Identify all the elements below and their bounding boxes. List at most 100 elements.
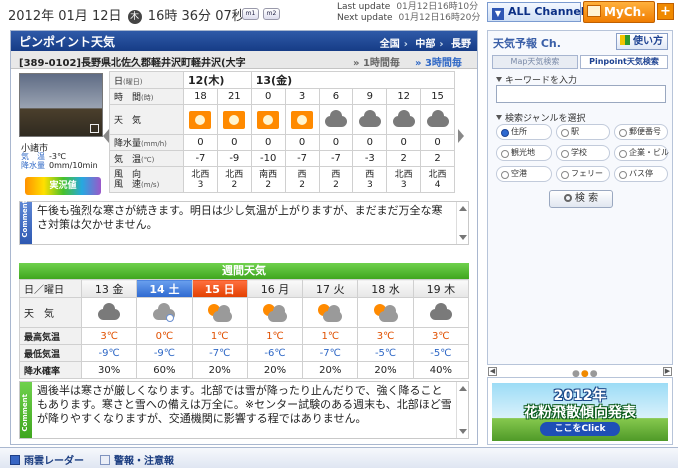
precip-prob-cell: 60% — [136, 361, 193, 379]
date-cell: 18 水 — [357, 279, 414, 298]
comment-scrollbar[interactable] — [456, 202, 468, 244]
breadcrumb-separator: › — [403, 39, 408, 50]
clock-minute: 36 — [181, 9, 199, 24]
pollen-banner[interactable]: 2012年 花粉飛散傾向発表 ここをClick — [487, 377, 673, 445]
interval-3h-label: 3時間毎 — [424, 58, 462, 69]
camera-photo[interactable] — [19, 73, 103, 137]
howto-button[interactable]: 使い方 — [616, 33, 668, 50]
weekly-weather-cell — [412, 297, 470, 328]
date-cell-sunday: 15 日 — [191, 279, 248, 298]
interval-3h-button[interactable]: » 3時間毎 — [415, 54, 462, 69]
scroll-down-icon[interactable] — [459, 235, 467, 240]
genre-radio-school[interactable]: 学校 — [556, 145, 610, 161]
mini-button-1[interactable]: m1 — [242, 8, 259, 20]
location-title: [389-0102]長野県北佐久郡軽井沢町軽井沢(大字 — [19, 58, 246, 69]
genre-radio-postal[interactable]: 郵便番号 — [614, 124, 668, 140]
tab-pinpoint-search[interactable]: Pinpoint天気検索 — [580, 55, 668, 69]
date-cell: 19 木 — [412, 279, 470, 298]
genre-radio-busstop[interactable]: バス停 — [614, 166, 668, 182]
side-title: 天気予報 Ch. — [493, 37, 561, 50]
comment-scrollbar[interactable] — [456, 382, 468, 438]
sunny-icon — [223, 110, 246, 129]
search-tabs: Map天気検索 Pinpoint天気検索 — [492, 55, 668, 69]
cloudy-icon — [324, 109, 347, 127]
weekly-weather-row: 天 気 — [19, 297, 470, 328]
daily-comment-box: Comment 午後も強烈な寒さが続きます。明日は少し気温が上がりますが、まだま… — [19, 200, 469, 245]
date-cell: 16 月 — [246, 279, 304, 298]
date-cell: 13 金 — [80, 279, 138, 298]
warnings-link[interactable]: 警報・注意報 — [100, 452, 174, 467]
camera-precip-value: 0mm/10min — [49, 161, 98, 170]
weekly-high-row: 最高気温 3℃ 0℃ 1℃ 1℃ 1℃ 3℃ 3℃ — [19, 327, 470, 345]
keyword-input[interactable] — [496, 85, 666, 103]
scroll-down-icon[interactable] — [459, 429, 467, 434]
search-button-label: 検 索 — [574, 193, 599, 204]
mini-button-2[interactable]: m2 — [263, 8, 280, 20]
pinpoint-weather-panel: ピンポイント天気 全国 › 中部 › 長野 [389-0102]長野県北佐久郡軽井沢… — [10, 30, 478, 445]
all-channel-button[interactable]: ▼ ALL Channel — [487, 2, 585, 22]
weekly-forecast-table: 日／曜日 13 金 14 土 15 日 16 月 17 火 18 水 19 木 … — [19, 279, 470, 379]
weekly-weather-cell — [246, 297, 304, 328]
clock-year: 2012 — [8, 9, 42, 24]
breadcrumb-chubu[interactable]: 中部 — [415, 39, 435, 50]
day-cell-today: 12(木) — [183, 71, 252, 89]
search-button[interactable]: 検 索 — [549, 190, 613, 208]
temp-cell: -7 — [183, 150, 218, 167]
genre-radio-station[interactable]: 駅 — [556, 124, 610, 140]
hourly-day-row: 日(曜日) 12(木) 13(金) — [109, 71, 456, 89]
genre-radio-ferry[interactable]: フェリー — [556, 166, 610, 182]
precip-cell: 0 — [420, 134, 455, 151]
breadcrumb-national[interactable]: 全国 — [380, 39, 400, 50]
clock-month-unit: 月 — [74, 9, 88, 24]
live-camera-box: 小諸市 気 温 -3℃ 降水量 0mm/10min 実況値 — [19, 73, 105, 195]
time-cell: 15 — [420, 88, 455, 105]
weather-cell — [386, 104, 422, 135]
banner-cta-button[interactable]: ここをClick — [540, 422, 620, 436]
date-cell: 17 火 — [302, 279, 359, 298]
hourly-temp-row: 気 温(℃) -7 -9 -10 -7 -7 -3 2 2 — [109, 150, 455, 167]
live-data-button[interactable]: 実況値 — [25, 177, 101, 195]
genre-heading: 検索ジャンルを選択 — [496, 111, 586, 124]
tab-map-search[interactable]: Map天気検索 — [492, 55, 578, 69]
weekly-comment-box: Comment 週後半は寒さが厳しくなります。北部では雪が降ったり止んだりで、強… — [19, 381, 469, 439]
high-temp-cell: 1℃ — [191, 327, 248, 345]
zoom-icon[interactable] — [90, 124, 99, 133]
cloudy-icon — [98, 302, 121, 320]
genre-radio-company[interactable]: 企業・ビル — [614, 145, 669, 161]
weather-cell — [318, 104, 354, 135]
rain-radar-label: 雨雲レーダー — [24, 456, 84, 467]
high-temp-cell: 0℃ — [136, 327, 193, 345]
weather-cell — [284, 104, 320, 135]
weather-cell — [420, 104, 455, 135]
next-arrow-icon[interactable] — [458, 129, 464, 143]
hourly-forecast-table: 日(曜日) 12(木) 13(金) 時 間(時) 18 21 0 3 6 9 1… — [109, 71, 456, 193]
snow-icon — [166, 313, 175, 322]
banner-next-icon[interactable]: ▶ — [663, 367, 672, 376]
interval-1h-button[interactable]: » 1時間毎 — [353, 54, 400, 69]
scroll-up-icon[interactable] — [459, 206, 467, 211]
precip-cell: 0 — [284, 134, 320, 151]
low-temp-cell: -9℃ — [136, 344, 193, 362]
genre-radio-sightseeing[interactable]: 観光地 — [496, 145, 552, 161]
banner-image[interactable]: 2012年 花粉飛散傾向発表 ここをClick — [492, 383, 668, 441]
precip-label-cell: 降水量(mm/h) — [109, 134, 184, 151]
triangle-down-icon — [496, 77, 502, 82]
triangle-down-icon — [496, 115, 502, 120]
precip-prob-cell: 20% — [191, 361, 248, 379]
banner-prev-icon[interactable]: ◀ — [488, 367, 497, 376]
wind-cell: 北西 3 — [386, 166, 422, 193]
rain-radar-link[interactable]: 雨雲レーダー — [10, 452, 84, 467]
high-temp-cell: 3℃ — [412, 327, 470, 345]
wind-label-cell: 風 向風 速(m/s) — [109, 166, 184, 193]
clock-year-unit: 年 — [41, 9, 55, 24]
breadcrumb-nagano[interactable]: 長野 — [451, 39, 471, 50]
temp-cell: -9 — [216, 150, 252, 167]
genre-radio-airport[interactable]: 空港 — [496, 166, 552, 182]
mych-button[interactable]: MyCh. — [583, 1, 655, 23]
weekly-weather-label: 天 気 — [19, 297, 82, 328]
wind-cell: 西2 — [318, 166, 354, 193]
genre-radio-address[interactable]: 住所 — [496, 124, 552, 140]
time-cell: 12 — [386, 88, 422, 105]
scroll-up-icon[interactable] — [459, 386, 467, 391]
add-channel-button[interactable]: + — [657, 3, 674, 20]
